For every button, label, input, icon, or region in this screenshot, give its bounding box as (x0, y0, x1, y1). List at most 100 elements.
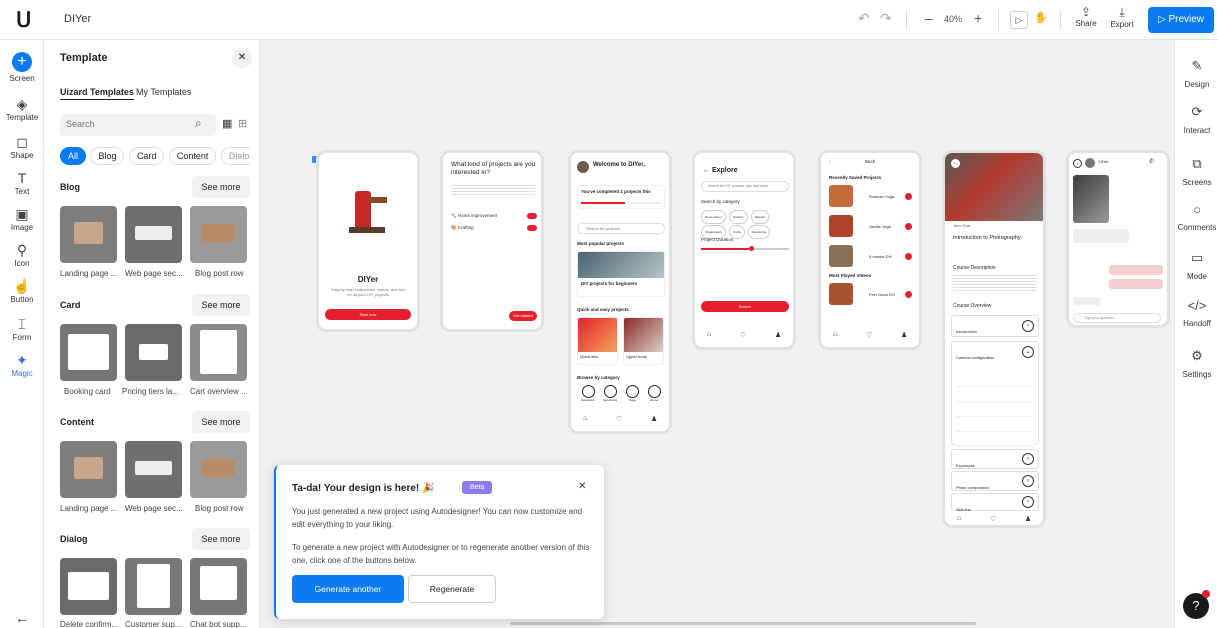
category-item[interactable]: Yoga (623, 385, 641, 402)
toggle-switch[interactable] (527, 213, 537, 219)
magic-tool[interactable]: ✦ Magic (0, 352, 44, 378)
redo-icon[interactable]: ↷ (880, 10, 892, 27)
template-thumbnail[interactable] (60, 206, 117, 263)
comments-tab[interactable]: ○ Comments (1175, 202, 1218, 232)
filter-content[interactable]: Content (168, 147, 217, 165)
search-projects-input[interactable]: Search for projects (577, 223, 665, 234)
generate-another-button[interactable]: Generate another (292, 575, 404, 603)
chip[interactable]: Repairs (750, 210, 770, 224)
shape-tool[interactable]: ◻ Shape (0, 134, 44, 160)
interact-tab[interactable]: ⟳ Interact (1175, 104, 1218, 135)
option-crafting[interactable]: 🎨 Crafting (451, 225, 474, 231)
category-item[interactable]: Education (579, 385, 597, 402)
template-thumbnail[interactable] (125, 558, 182, 615)
get-started-button[interactable]: Get started (509, 311, 537, 321)
template-thumbnail[interactable] (60, 558, 117, 615)
see-more-blog-button[interactable]: See more (192, 176, 250, 198)
chip[interactable]: Outdoor (728, 210, 748, 224)
profile-icon[interactable]: ♟ (901, 331, 907, 339)
image-tool[interactable]: ▣ Image (0, 206, 44, 232)
toggle-switch[interactable] (527, 225, 537, 231)
heart-icon[interactable]: ♡ (866, 331, 872, 339)
template-thumbnail[interactable] (125, 441, 182, 498)
lesson-item[interactable]: Exposures › (951, 449, 1039, 469)
home-icon[interactable]: ⌂ (833, 331, 837, 338)
screen-interests[interactable]: What kind of projects are you interested… (440, 150, 544, 332)
chip[interactable]: Home Décor (701, 210, 726, 224)
template-thumbnail[interactable] (190, 441, 247, 498)
see-more-content-button[interactable]: See more (192, 411, 250, 433)
collapse-arrow-icon[interactable]: ← (0, 610, 44, 626)
project-name[interactable]: DIYer (64, 13, 91, 25)
lesson-item[interactable]: Photo composition › (951, 471, 1039, 491)
heart-icon[interactable]: ♡ (616, 415, 622, 423)
lesson-item[interactable]: Skill test › (951, 493, 1039, 512)
tab-my-templates[interactable]: My Templates (136, 87, 191, 97)
select-mode-icon[interactable]: ▷ (1010, 11, 1028, 29)
screen-explore[interactable]: ← Explore Search for DIY projects, tips,… (692, 150, 796, 350)
preview-button[interactable]: ▷ Preview (1148, 7, 1214, 33)
lesson-item-expanded[interactable]: Camera configuration ⌄ (951, 341, 1039, 452)
button-tool[interactable]: ☝ Button (0, 278, 44, 304)
saved-indicator[interactable] (905, 253, 912, 260)
template-thumbnail[interactable] (125, 324, 182, 381)
see-more-dialog-button[interactable]: See more (192, 528, 250, 550)
uizard-logo-icon[interactable]: ᑌ (16, 8, 40, 32)
profile-icon[interactable]: ♟ (775, 331, 781, 339)
template-thumbnail[interactable] (60, 324, 117, 381)
template-tool[interactable]: ◈ Template (0, 96, 44, 122)
undo-icon[interactable]: ↶ (858, 10, 870, 27)
screen-chat[interactable]: ‹ DIYer ✆ Type your question... (1066, 150, 1170, 328)
chip[interactable]: Gardening (748, 225, 771, 239)
design-tab[interactable]: ✎ Design (1175, 58, 1218, 89)
heart-icon[interactable]: ♡ (990, 515, 996, 523)
saved-indicator[interactable] (905, 291, 912, 298)
close-icon[interactable]: ✕ (578, 481, 586, 492)
heart-icon[interactable]: ♡ (740, 331, 746, 339)
template-thumbnail[interactable] (60, 441, 117, 498)
screens-tab[interactable]: ⧉ Screens (1175, 156, 1218, 187)
zoom-out-icon[interactable]: – (925, 10, 933, 26)
filter-blog[interactable]: Blog (90, 147, 125, 165)
form-tool[interactable]: ⌶ Form (0, 316, 44, 342)
project-title[interactable]: Gentle Yoga (869, 224, 891, 229)
screen-saved[interactable]: ‹ Back Recently Saved Projects Summer Yog… (818, 150, 922, 350)
regenerate-button[interactable]: Regenerate (408, 575, 496, 603)
icon-tool[interactable]: ⚲ Icon (0, 242, 44, 268)
explore-search-input[interactable]: Search for DIY projects, tips, and more (701, 181, 789, 192)
tab-uizard-templates[interactable]: Uizard Templates (60, 87, 134, 100)
screen-tool[interactable]: + Screen (0, 52, 44, 83)
project-title[interactable]: Summer Yoga (869, 194, 894, 199)
back-arrow-icon[interactable]: ‹ (1073, 159, 1082, 168)
saved-indicator[interactable] (905, 193, 912, 200)
filter-card[interactable]: Card (128, 147, 165, 165)
screen-course[interactable]: ← John Doe Introduction to Photography C… (942, 150, 1046, 528)
see-more-card-button[interactable]: See more (192, 294, 250, 316)
template-thumbnail[interactable] (190, 324, 247, 381)
export-button[interactable]: ⤓ Export (1108, 5, 1136, 29)
category-item[interactable]: Home (645, 385, 663, 402)
back-arrow-icon[interactable]: ← (703, 167, 712, 174)
back-link[interactable]: ‹ Back (821, 159, 919, 164)
search-input[interactable] (60, 114, 180, 134)
home-icon[interactable]: ⌂ (707, 331, 711, 338)
option-home-improvement[interactable]: 🔨 Home improvement (451, 213, 497, 219)
grid-large-icon[interactable]: ▦ (222, 117, 232, 130)
category-item[interactable]: Gardening (601, 385, 619, 402)
screen-welcome[interactable]: DIYer Step-by-step instructions, videos,… (316, 150, 420, 332)
handoff-tab[interactable]: </> Handoff (1175, 298, 1218, 328)
duration-slider[interactable] (701, 246, 789, 251)
zoom-in-icon[interactable]: + (974, 10, 982, 26)
filter-all[interactable]: All (60, 147, 87, 165)
mode-tab[interactable]: ▭ Mode (1175, 250, 1218, 281)
close-icon[interactable]: ✕ (232, 48, 252, 68)
project-title[interactable]: Feel Good DIY (869, 292, 895, 297)
grid-small-icon[interactable]: ⊞ (238, 117, 247, 130)
zoom-level[interactable]: 40% (944, 14, 962, 24)
template-thumbnail[interactable] (125, 206, 182, 263)
search-button[interactable]: Search (701, 301, 789, 312)
settings-tab[interactable]: ⚙ Settings (1175, 348, 1218, 379)
back-arrow-icon[interactable]: ← (951, 159, 960, 168)
search-box[interactable]: ⌕ (60, 114, 216, 136)
home-icon[interactable]: ⌂ (583, 415, 587, 422)
